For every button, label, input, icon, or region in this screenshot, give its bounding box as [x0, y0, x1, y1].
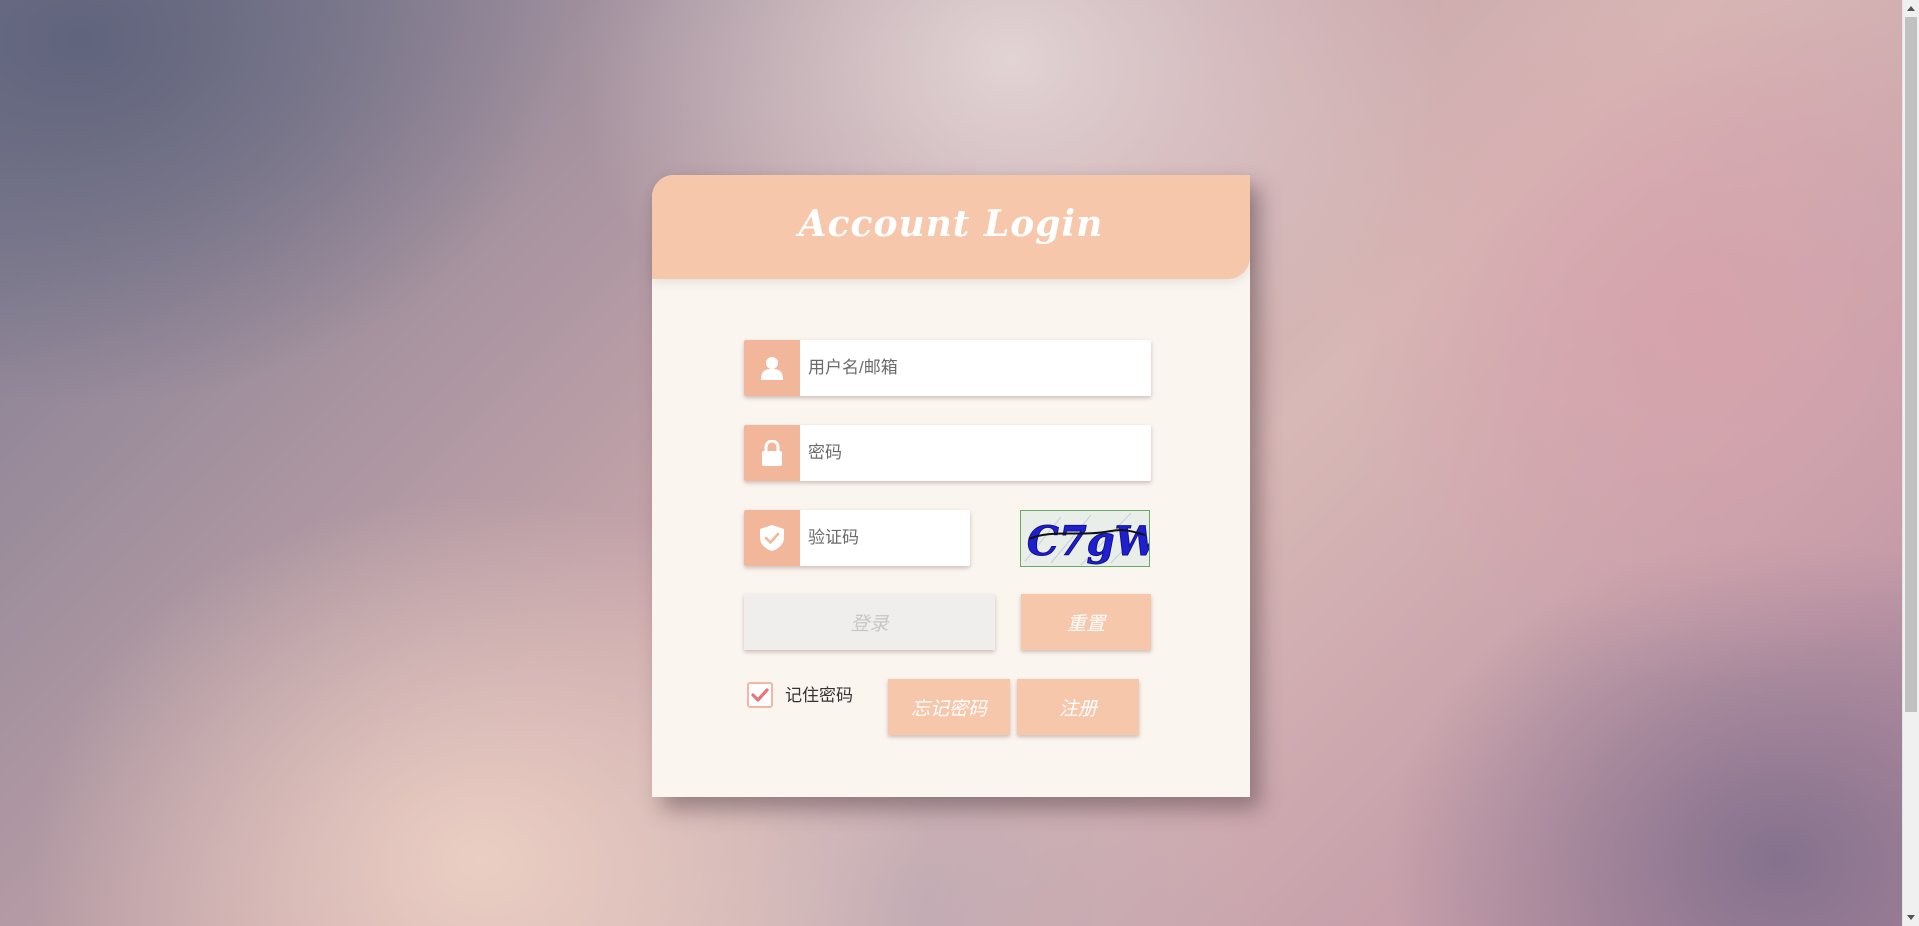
password-field	[744, 425, 1151, 481]
username-field	[744, 340, 1151, 396]
login-card: Account Login 用户名/邮箱 验证码 C7gW 登录 重置 记住密码…	[652, 175, 1250, 797]
shield-check-icon	[744, 510, 800, 566]
login-page: Account Login 用户名/邮箱 验证码 C7gW 登录 重置 记住密码…	[0, 0, 1919, 926]
captcha-image[interactable]: C7gW	[1020, 510, 1150, 567]
password-input[interactable]	[800, 425, 1151, 481]
scrollbar-thumb[interactable]	[1905, 17, 1917, 712]
user-icon	[744, 340, 800, 396]
username-input[interactable]	[800, 340, 1151, 396]
forgot-password-button[interactable]: 忘记密码	[888, 679, 1010, 735]
lock-icon	[744, 425, 800, 481]
login-card-header: Account Login	[652, 175, 1250, 279]
scroll-down-arrow-icon[interactable]	[1903, 909, 1919, 926]
vertical-scrollbar[interactable]	[1902, 0, 1919, 926]
captcha-text: C7gW	[1027, 518, 1149, 565]
login-button[interactable]: 登录	[744, 594, 995, 650]
remember-checkbox[interactable]	[747, 682, 773, 708]
captcha-input[interactable]	[800, 510, 970, 566]
captcha-field	[744, 510, 970, 566]
register-button[interactable]: 注册	[1017, 679, 1139, 735]
remember-password[interactable]: 记住密码	[747, 680, 853, 710]
login-title: Account Login	[798, 203, 1104, 245]
remember-label: 记住密码	[785, 685, 853, 706]
scroll-up-arrow-icon[interactable]	[1903, 0, 1919, 17]
checkmark-icon	[751, 688, 769, 702]
reset-button[interactable]: 重置	[1021, 594, 1151, 650]
